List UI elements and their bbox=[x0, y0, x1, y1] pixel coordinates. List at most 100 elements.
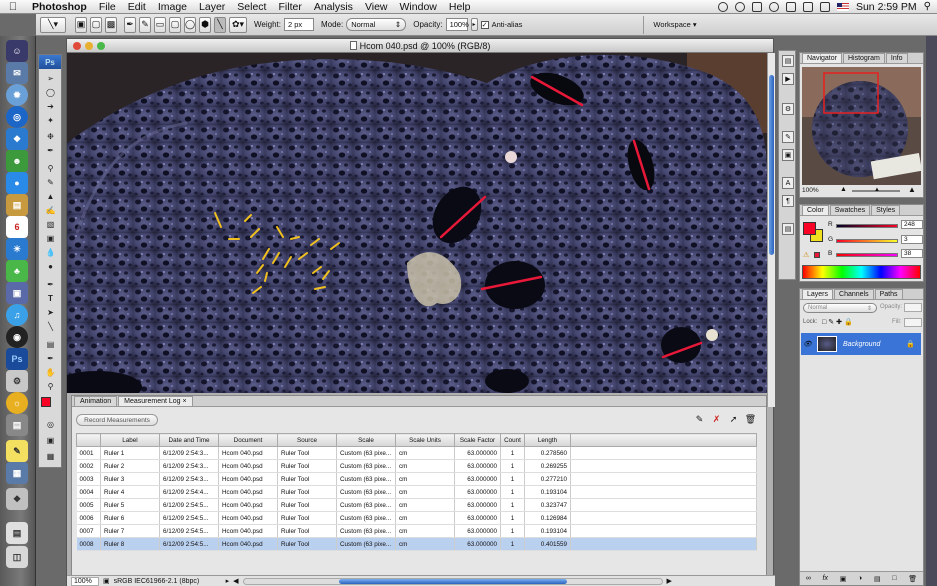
notes-tool-icon[interactable]: ▤ bbox=[45, 339, 56, 350]
workspace-menu[interactable]: Workspace ▾ bbox=[653, 20, 696, 29]
layer-opacity-input[interactable] bbox=[904, 303, 922, 312]
adjustment-layer-icon[interactable]: ◑ bbox=[858, 575, 862, 582]
gradient-tool-icon[interactable]: ▣ bbox=[45, 233, 56, 244]
zoom-out-icon[interactable]: ▲ bbox=[840, 186, 847, 193]
image-canvas[interactable] bbox=[67, 53, 767, 393]
horizontal-scroll-thumb[interactable] bbox=[338, 578, 567, 584]
deselect-icon[interactable]: ✗ bbox=[711, 414, 722, 425]
tab-histogram[interactable]: Histogram bbox=[842, 53, 885, 63]
table-row[interactable]: 0005 Ruler 5 6/12/09 2:54:5... Hcom 040.psd… bbox=[76, 498, 757, 512]
pen-icon[interactable]: ✒ bbox=[124, 16, 136, 33]
dock-people-icon[interactable]: ☻ bbox=[6, 150, 28, 172]
column-header-count[interactable]: Count bbox=[500, 433, 525, 447]
lock-buttons[interactable]: □✎✚🔒 bbox=[822, 318, 855, 326]
jump-to-icon[interactable]: ▦ bbox=[45, 451, 56, 462]
layer-fill-input[interactable] bbox=[904, 318, 922, 327]
ellipse-icon[interactable]: ◯ bbox=[184, 16, 196, 33]
mode-select[interactable]: Normal ⇕ bbox=[346, 18, 407, 31]
vertical-scroll-thumb[interactable] bbox=[769, 75, 774, 255]
table-row[interactable]: 0003 Ruler 3 6/12/09 2:54:3... Hcom 040.psd… bbox=[76, 472, 757, 486]
document-titlebar[interactable]: Hcom 040.psd @ 100% (RGB/8) bbox=[67, 39, 773, 53]
column-header-scale[interactable]: Scale bbox=[336, 433, 396, 447]
flag-icon[interactable] bbox=[836, 2, 849, 11]
vertical-scrollbar[interactable] bbox=[767, 53, 775, 407]
menu-filter[interactable]: Filter bbox=[272, 0, 307, 14]
dock-globe-icon[interactable]: ◎ bbox=[6, 106, 28, 128]
column-header[interactable] bbox=[76, 433, 101, 447]
record-measurements-button[interactable]: Record Measurements bbox=[76, 414, 158, 426]
brushes-panel-icon[interactable]: ✎ bbox=[782, 131, 794, 143]
stamp-tool-icon[interactable]: ▲ bbox=[45, 191, 56, 202]
green-value-input[interactable]: 3 bbox=[901, 235, 923, 244]
blend-mode-select[interactable]: Normal ⇕ bbox=[803, 303, 877, 313]
paragraph-panel-icon[interactable]: ¶ bbox=[782, 195, 794, 207]
layer-style-icon[interactable]: fx bbox=[823, 575, 828, 582]
status-menu-arrow-icon[interactable]: ▸ bbox=[226, 577, 230, 585]
paths-button[interactable]: ▢ bbox=[90, 16, 102, 33]
dock-stickies-icon[interactable]: ✎ bbox=[6, 440, 28, 462]
dock-addressbook-icon[interactable]: ▤ bbox=[6, 194, 28, 216]
close-window-icon[interactable] bbox=[73, 42, 81, 50]
navigator-zoom-thumb-icon[interactable]: ▲ bbox=[874, 187, 880, 193]
crop-tool-icon[interactable]: ❉ bbox=[45, 131, 56, 142]
table-row[interactable]: 0006 Ruler 6 6/12/09 2:54:5... Hcom 040.psd… bbox=[76, 511, 757, 525]
horizontal-scrollbar[interactable] bbox=[242, 577, 663, 585]
zoom-field[interactable]: 100% bbox=[71, 576, 99, 586]
delete-layer-icon[interactable]: 🗑 bbox=[908, 575, 917, 583]
menu-help[interactable]: Help bbox=[443, 0, 477, 14]
volume-icon[interactable] bbox=[802, 1, 813, 12]
column-header-scale-factor[interactable]: Scale Factor bbox=[454, 433, 501, 447]
line-icon[interactable]: ╲ bbox=[214, 16, 226, 33]
column-header-scale-units[interactable]: Scale Units bbox=[395, 433, 455, 447]
zoom-tool-icon[interactable]: ⚲ bbox=[45, 381, 56, 392]
antialias-checkbox[interactable]: ✓ bbox=[480, 20, 489, 29]
lasso-tool-icon[interactable]: ➔ bbox=[45, 101, 56, 112]
opacity-dropdown-icon[interactable]: ▸ bbox=[470, 18, 478, 31]
actions-panel-icon[interactable]: ▶ bbox=[782, 73, 794, 85]
layer-visibility-eye-icon[interactable]: 👁 bbox=[803, 340, 813, 348]
eyedropper-tool-icon[interactable]: ✒ bbox=[45, 145, 56, 156]
apple-menu-icon[interactable]:  bbox=[0, 1, 26, 13]
dock-itunes-icon[interactable]: ♫ bbox=[6, 304, 28, 326]
dock-photoshop-icon[interactable]: Ps bbox=[6, 348, 28, 370]
clone-source-icon[interactable]: ▣ bbox=[782, 149, 794, 161]
weight-input[interactable]: 2 px bbox=[283, 18, 314, 31]
green-slider[interactable] bbox=[836, 239, 898, 243]
tab-channels[interactable]: Channels bbox=[834, 289, 874, 299]
red-value-input[interactable]: 248 bbox=[901, 220, 923, 229]
rounded-rectangle-icon[interactable]: ▢ bbox=[169, 16, 181, 33]
polygon-icon[interactable]: ⬢ bbox=[199, 16, 211, 33]
tab-measurement-log[interactable]: Measurement Log × bbox=[118, 396, 193, 406]
dock-documents-icon[interactable]: ▤ bbox=[6, 522, 28, 544]
marquee-tool-icon[interactable]: ◯ bbox=[45, 87, 56, 98]
ruler-eyedropper-tool-icon[interactable]: ✒ bbox=[45, 353, 56, 364]
gamut-warning-icon[interactable]: ⚠ bbox=[803, 251, 809, 259]
dock-app6-icon[interactable]: ❖ bbox=[6, 488, 28, 510]
layer-mask-icon[interactable]: ▣ bbox=[840, 575, 847, 583]
dock-finder-icon[interactable]: ☺ bbox=[6, 40, 28, 62]
dock-dvd-icon[interactable]: ◉ bbox=[6, 326, 28, 348]
custom-shape-icon[interactable]: ✿▾ bbox=[229, 16, 247, 33]
dock-ical-icon[interactable]: 6 bbox=[6, 216, 28, 238]
quick-mask-icon[interactable]: ◎ bbox=[45, 419, 56, 430]
shape-layers-button[interactable]: ▣ bbox=[75, 16, 87, 33]
dock-app-icon[interactable]: ❖ bbox=[6, 128, 28, 150]
tool-presets-icon[interactable]: ⚙ bbox=[782, 103, 794, 115]
eraser-tool-icon[interactable]: ▧ bbox=[45, 219, 56, 230]
magic-wand-tool-icon[interactable]: ✦ bbox=[45, 115, 56, 126]
dock-iphoto-icon[interactable]: ☀ bbox=[6, 238, 28, 260]
zoom-window-icon[interactable] bbox=[97, 42, 105, 50]
menu-view[interactable]: View bbox=[359, 0, 394, 14]
menu-file[interactable]: File bbox=[93, 0, 122, 14]
table-row[interactable]: 0004 Ruler 4 6/12/09 2:54:4... Hcom 040.psd… bbox=[76, 485, 757, 499]
brush-tool-icon[interactable]: ✎ bbox=[45, 177, 56, 188]
tab-swatches[interactable]: Swatches bbox=[829, 205, 871, 215]
menu-layer[interactable]: Layer bbox=[193, 0, 231, 14]
column-header-label[interactable]: Label bbox=[100, 433, 160, 447]
bluetooth-icon[interactable] bbox=[751, 1, 762, 12]
dock-trash-icon[interactable]: ◫ bbox=[6, 546, 28, 568]
tab-layers[interactable]: Layers bbox=[802, 289, 834, 299]
dock-app5-icon[interactable]: ▦ bbox=[6, 462, 28, 484]
opacity-input[interactable]: 100% bbox=[445, 18, 469, 31]
column-header-date[interactable]: Date and Time bbox=[159, 433, 219, 447]
